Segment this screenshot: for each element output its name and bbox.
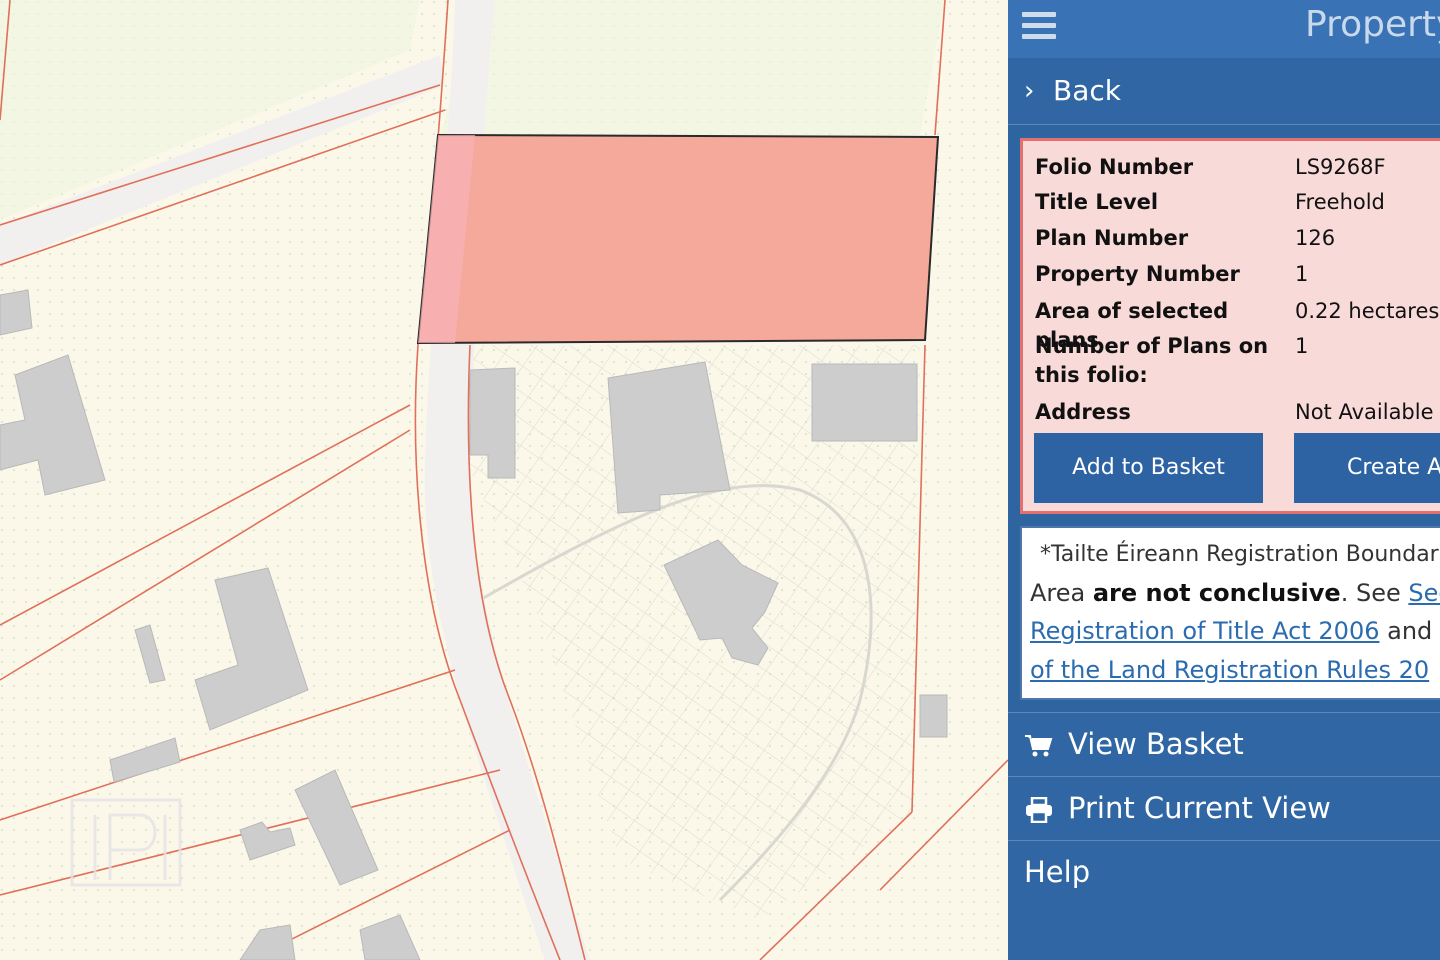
info-label: Property Number <box>1035 262 1240 286</box>
create-alert-button[interactable]: Create Al <box>1294 433 1440 503</box>
property-panel: Property › Back Folio Number LS9268F Tit… <box>1008 0 1440 960</box>
info-label: Address <box>1035 400 1131 424</box>
disclaimer-line: Area are not conclusive. See Section <box>1030 574 1440 612</box>
back-label: Back <box>1053 74 1121 107</box>
info-label: Number of Plans on this folio: <box>1035 334 1269 387</box>
info-value: 0.22 hectares. <box>1295 299 1440 323</box>
add-to-basket-button[interactable]: Add to Basket <box>1034 433 1263 503</box>
view-basket-label: View Basket <box>1068 727 1244 761</box>
info-value: 126 <box>1295 226 1336 250</box>
disclaimer-line: Registration of Title Act 2006 and <box>1030 612 1432 650</box>
registration-act-link[interactable]: Registration of Title Act 2006 <box>1030 617 1380 645</box>
info-label: Plan Number <box>1035 226 1189 250</box>
panel-title: Property <box>1305 4 1440 45</box>
info-value: 1 <box>1295 262 1309 286</box>
section-link[interactable]: Section <box>1408 579 1440 607</box>
info-value: 1 <box>1295 334 1309 358</box>
map-view[interactable] <box>0 0 1008 960</box>
chevron-right-icon: › <box>1024 76 1035 106</box>
info-value: LS9268F <box>1295 155 1386 179</box>
view-basket-button[interactable]: View Basket <box>1008 712 1440 777</box>
help-label: Help <box>1024 855 1091 889</box>
property-info-box: Folio Number LS9268F Title Level Freehol… <box>1020 138 1440 514</box>
help-button[interactable]: Help <box>1008 840 1440 960</box>
disclaimer-bold: are not conclusive <box>1092 579 1341 607</box>
cart-icon <box>1025 735 1053 757</box>
panel-header: Property <box>1008 0 1440 58</box>
print-view-label: Print Current View <box>1068 791 1331 825</box>
disclaimer-line: of the Land Registration Rules 20 <box>1030 651 1429 689</box>
info-value: Not Available <box>1295 400 1434 424</box>
info-value: Freehold <box>1295 190 1385 214</box>
disclaimer-text: and <box>1379 617 1433 645</box>
info-label: Title Level <box>1035 190 1159 214</box>
printer-icon <box>1026 797 1052 823</box>
menu-icon[interactable] <box>1022 12 1056 40</box>
print-view-button[interactable]: Print Current View <box>1008 776 1440 841</box>
disclaimer-box: *Tailte Éireann Registration Boundaries … <box>1020 526 1440 700</box>
info-label: Folio Number <box>1035 155 1194 179</box>
selected-parcel-highlight <box>416 133 940 345</box>
map-canvas[interactable] <box>0 0 1008 960</box>
back-button[interactable]: › Back <box>1008 58 1440 125</box>
registration-rules-link[interactable]: of the Land Registration Rules 20 <box>1030 656 1429 684</box>
disclaimer-text: Area <box>1030 579 1093 607</box>
disclaimer-text: . See <box>1340 579 1409 607</box>
disclaimer-line: *Tailte Éireann Registration Boundaries <box>1040 542 1440 567</box>
